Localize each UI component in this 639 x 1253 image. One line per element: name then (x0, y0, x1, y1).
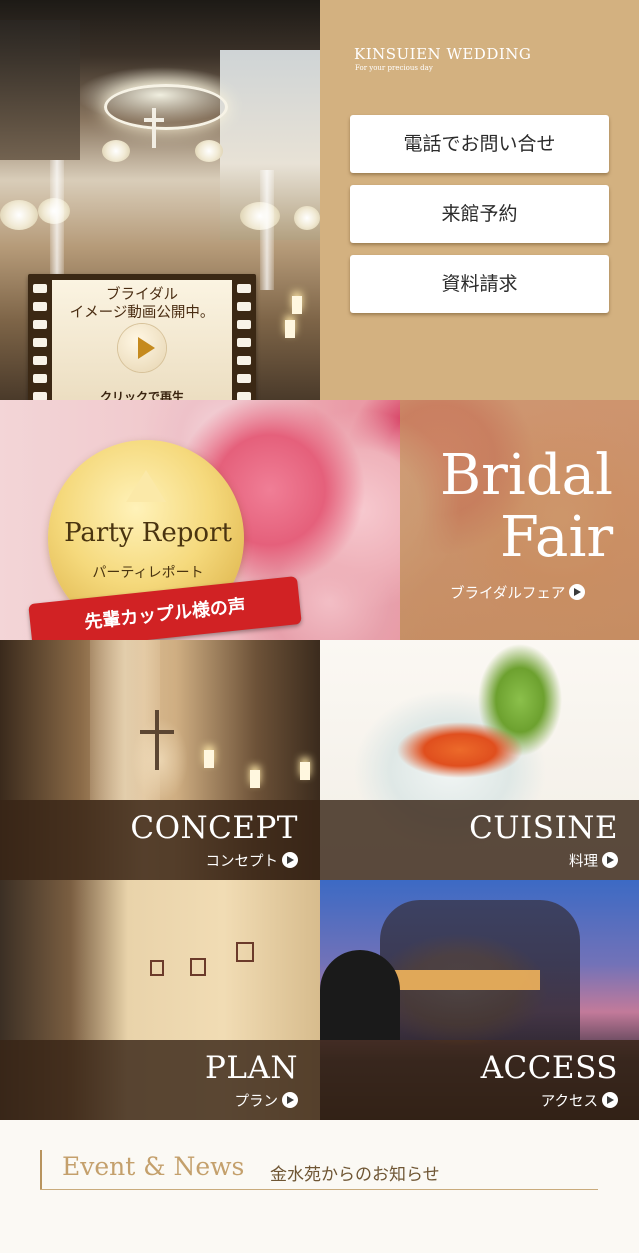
party-report-title: Party Report (64, 518, 232, 548)
cuisine-tile[interactable]: CUISINE 料理 (320, 640, 639, 880)
altar-cross (155, 710, 159, 770)
altar-cross-bar (140, 730, 174, 734)
concept-subtitle: コンセプト (205, 850, 298, 871)
film-sprocket (237, 320, 251, 329)
glass-column (260, 170, 274, 290)
tree-silhouette (320, 950, 400, 1040)
cuisine-title: CUISINE (469, 810, 618, 846)
party-report-subtitle: パーティレポート (92, 565, 204, 581)
arrow-right-icon (282, 1092, 298, 1108)
access-title: ACCESS (480, 1050, 618, 1086)
film-sprocket (33, 284, 47, 293)
film-sprocket (237, 302, 251, 311)
brand-logo[interactable]: KINSUIEN WEDDING (354, 45, 531, 63)
wall-frame (150, 960, 164, 976)
event-news-subheading: 金水苑からのお知らせ (270, 1165, 440, 1185)
film-sprocket (33, 374, 47, 383)
plan-tile[interactable]: PLAN プラン (0, 880, 320, 1120)
event-news-heading: Event & News (62, 1152, 245, 1181)
news-accent-line (40, 1150, 42, 1190)
film-sprocket (33, 356, 47, 365)
film-sprocket (237, 338, 251, 347)
news-divider (40, 1189, 598, 1190)
cuisine-subtitle-text: 料理 (569, 854, 598, 870)
flower-arrangement (294, 206, 320, 230)
chapel-pillar (90, 640, 160, 800)
altar-cross (152, 108, 156, 148)
bridal-fair-subtitle: ブライダルフェア (450, 582, 586, 603)
glass-column (50, 160, 64, 280)
wall-frame (190, 958, 206, 976)
play-button-icon[interactable] (118, 324, 166, 372)
arrow-right-icon (282, 852, 298, 868)
plan-subtitle: プラン (234, 1090, 298, 1111)
phone-inquiry-button[interactable]: 電話でお問い合せ (350, 115, 609, 173)
concept-subtitle-text: コンセプト (205, 854, 279, 870)
film-sprocket (33, 320, 47, 329)
bridal-fair-title: Bridal (440, 443, 613, 508)
visit-reservation-button[interactable]: 来館予約 (350, 185, 609, 243)
plan-subtitle-text: プラン (234, 1094, 279, 1110)
candle (204, 750, 214, 768)
play-triangle-icon (138, 337, 155, 359)
chandelier-ring (104, 84, 228, 130)
candle (285, 320, 295, 338)
arrow-right-icon (602, 852, 618, 868)
plan-title: PLAN (205, 1050, 298, 1086)
lit-windows (390, 970, 540, 990)
bridal-fair-title: Fair (500, 505, 614, 570)
video-caption-line2: イメージ動画公開中。 (69, 305, 215, 321)
brochure-request-button[interactable]: 資料請求 (350, 255, 609, 313)
candle (292, 296, 302, 314)
wall-frame (236, 942, 254, 962)
candle (250, 770, 260, 788)
chapel-window (0, 20, 80, 160)
access-subtitle-text: アクセス (540, 1094, 598, 1110)
film-sprocket (33, 338, 47, 347)
concept-title: CONCEPT (130, 810, 298, 846)
film-sprocket (237, 374, 251, 383)
arrow-right-icon (569, 584, 586, 600)
access-subtitle: アクセス (541, 1090, 618, 1111)
flower-arrangement (102, 140, 130, 162)
video-caption-line1: ブライダル (106, 287, 178, 303)
candle (300, 762, 310, 780)
arrow-right-icon (602, 1092, 618, 1108)
film-sprocket (237, 284, 251, 293)
film-sprocket (237, 356, 251, 365)
flower-arrangement (195, 140, 223, 162)
flower-arrangement (0, 200, 38, 230)
cuisine-subtitle: 料理 (569, 850, 618, 871)
concept-tile[interactable]: CONCEPT コンセプト (0, 640, 320, 880)
triangle-emblem-icon (126, 470, 166, 502)
video-card-panel: ブライダル イメージ動画公開中。 クリックで再生 (52, 280, 232, 416)
film-sprocket (33, 302, 47, 311)
brand-tagline: For your precious day (355, 64, 433, 72)
access-tile[interactable]: ACCESS アクセス (320, 880, 639, 1120)
altar-cross-bar (144, 118, 164, 122)
bridal-fair-subtitle-text: ブライダルフェア (450, 586, 566, 602)
